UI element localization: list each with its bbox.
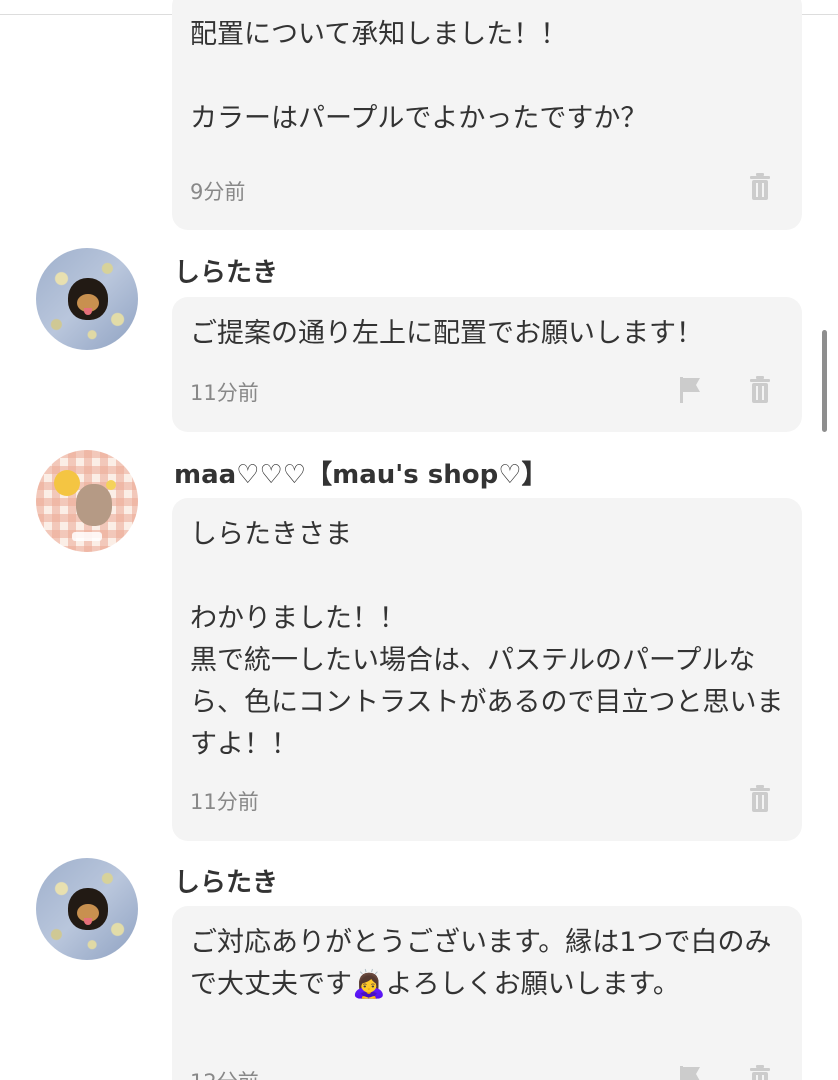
- comment-bubble: ご対応ありがとうございます。縁は1つで白のみで大丈夫です🙇‍♀️よろしくお願いし…: [172, 906, 802, 1080]
- comment-thread: 配置について承知しました！！ カラーはパープルでよかったですか？ 9分前 しらた…: [0, 0, 838, 1080]
- comment-message: ご提案の通り左上に配置でお願いします！: [190, 318, 703, 349]
- bear-illustration: [54, 470, 80, 496]
- comment-time: 12分前: [190, 1066, 259, 1080]
- dog-photo: [68, 888, 108, 930]
- comment-message: 配置について承知しました！！ カラーはパープルでよかったですか？: [190, 19, 648, 134]
- comment-message: ご対応ありがとうございます。縁は1つで白のみで大丈夫です🙇‍♀️よろしくお願いし…: [190, 927, 772, 1000]
- comment-bubble: 配置について承知しました！！ カラーはパープルでよかったですか？ 9分前: [172, 0, 802, 230]
- comment-username[interactable]: しらたき: [174, 862, 278, 899]
- comment-message: しらたきさま わかりました！！ 黒で統一したい場合は、パステルのパープルなら、色…: [190, 519, 784, 760]
- comment-bubble: ご提案の通り左上に配置でお願いします！ 11分前: [172, 297, 802, 432]
- comment-time: 11分前: [190, 381, 259, 405]
- flag-icon[interactable]: [678, 375, 702, 405]
- trash-icon[interactable]: [748, 1064, 772, 1080]
- comment-time: 11分前: [190, 790, 259, 814]
- comment-username[interactable]: しらたき: [174, 252, 278, 289]
- scrollbar[interactable]: [822, 330, 827, 432]
- trash-icon[interactable]: [748, 375, 772, 405]
- comment-bubble: しらたきさま わかりました！！ 黒で統一したい場合は、パステルのパープルなら、色…: [172, 498, 802, 841]
- avatar[interactable]: [36, 450, 138, 552]
- bear-illustration: [76, 484, 112, 526]
- avatar[interactable]: [36, 248, 138, 350]
- trash-icon[interactable]: [748, 172, 772, 202]
- avatar[interactable]: [36, 858, 138, 960]
- flag-icon[interactable]: [678, 1064, 702, 1080]
- trash-icon[interactable]: [748, 784, 772, 814]
- dog-photo: [68, 278, 108, 320]
- comment-time: 9分前: [190, 180, 246, 204]
- comment-username[interactable]: maa♡♡♡【mau's shop♡】: [174, 454, 548, 491]
